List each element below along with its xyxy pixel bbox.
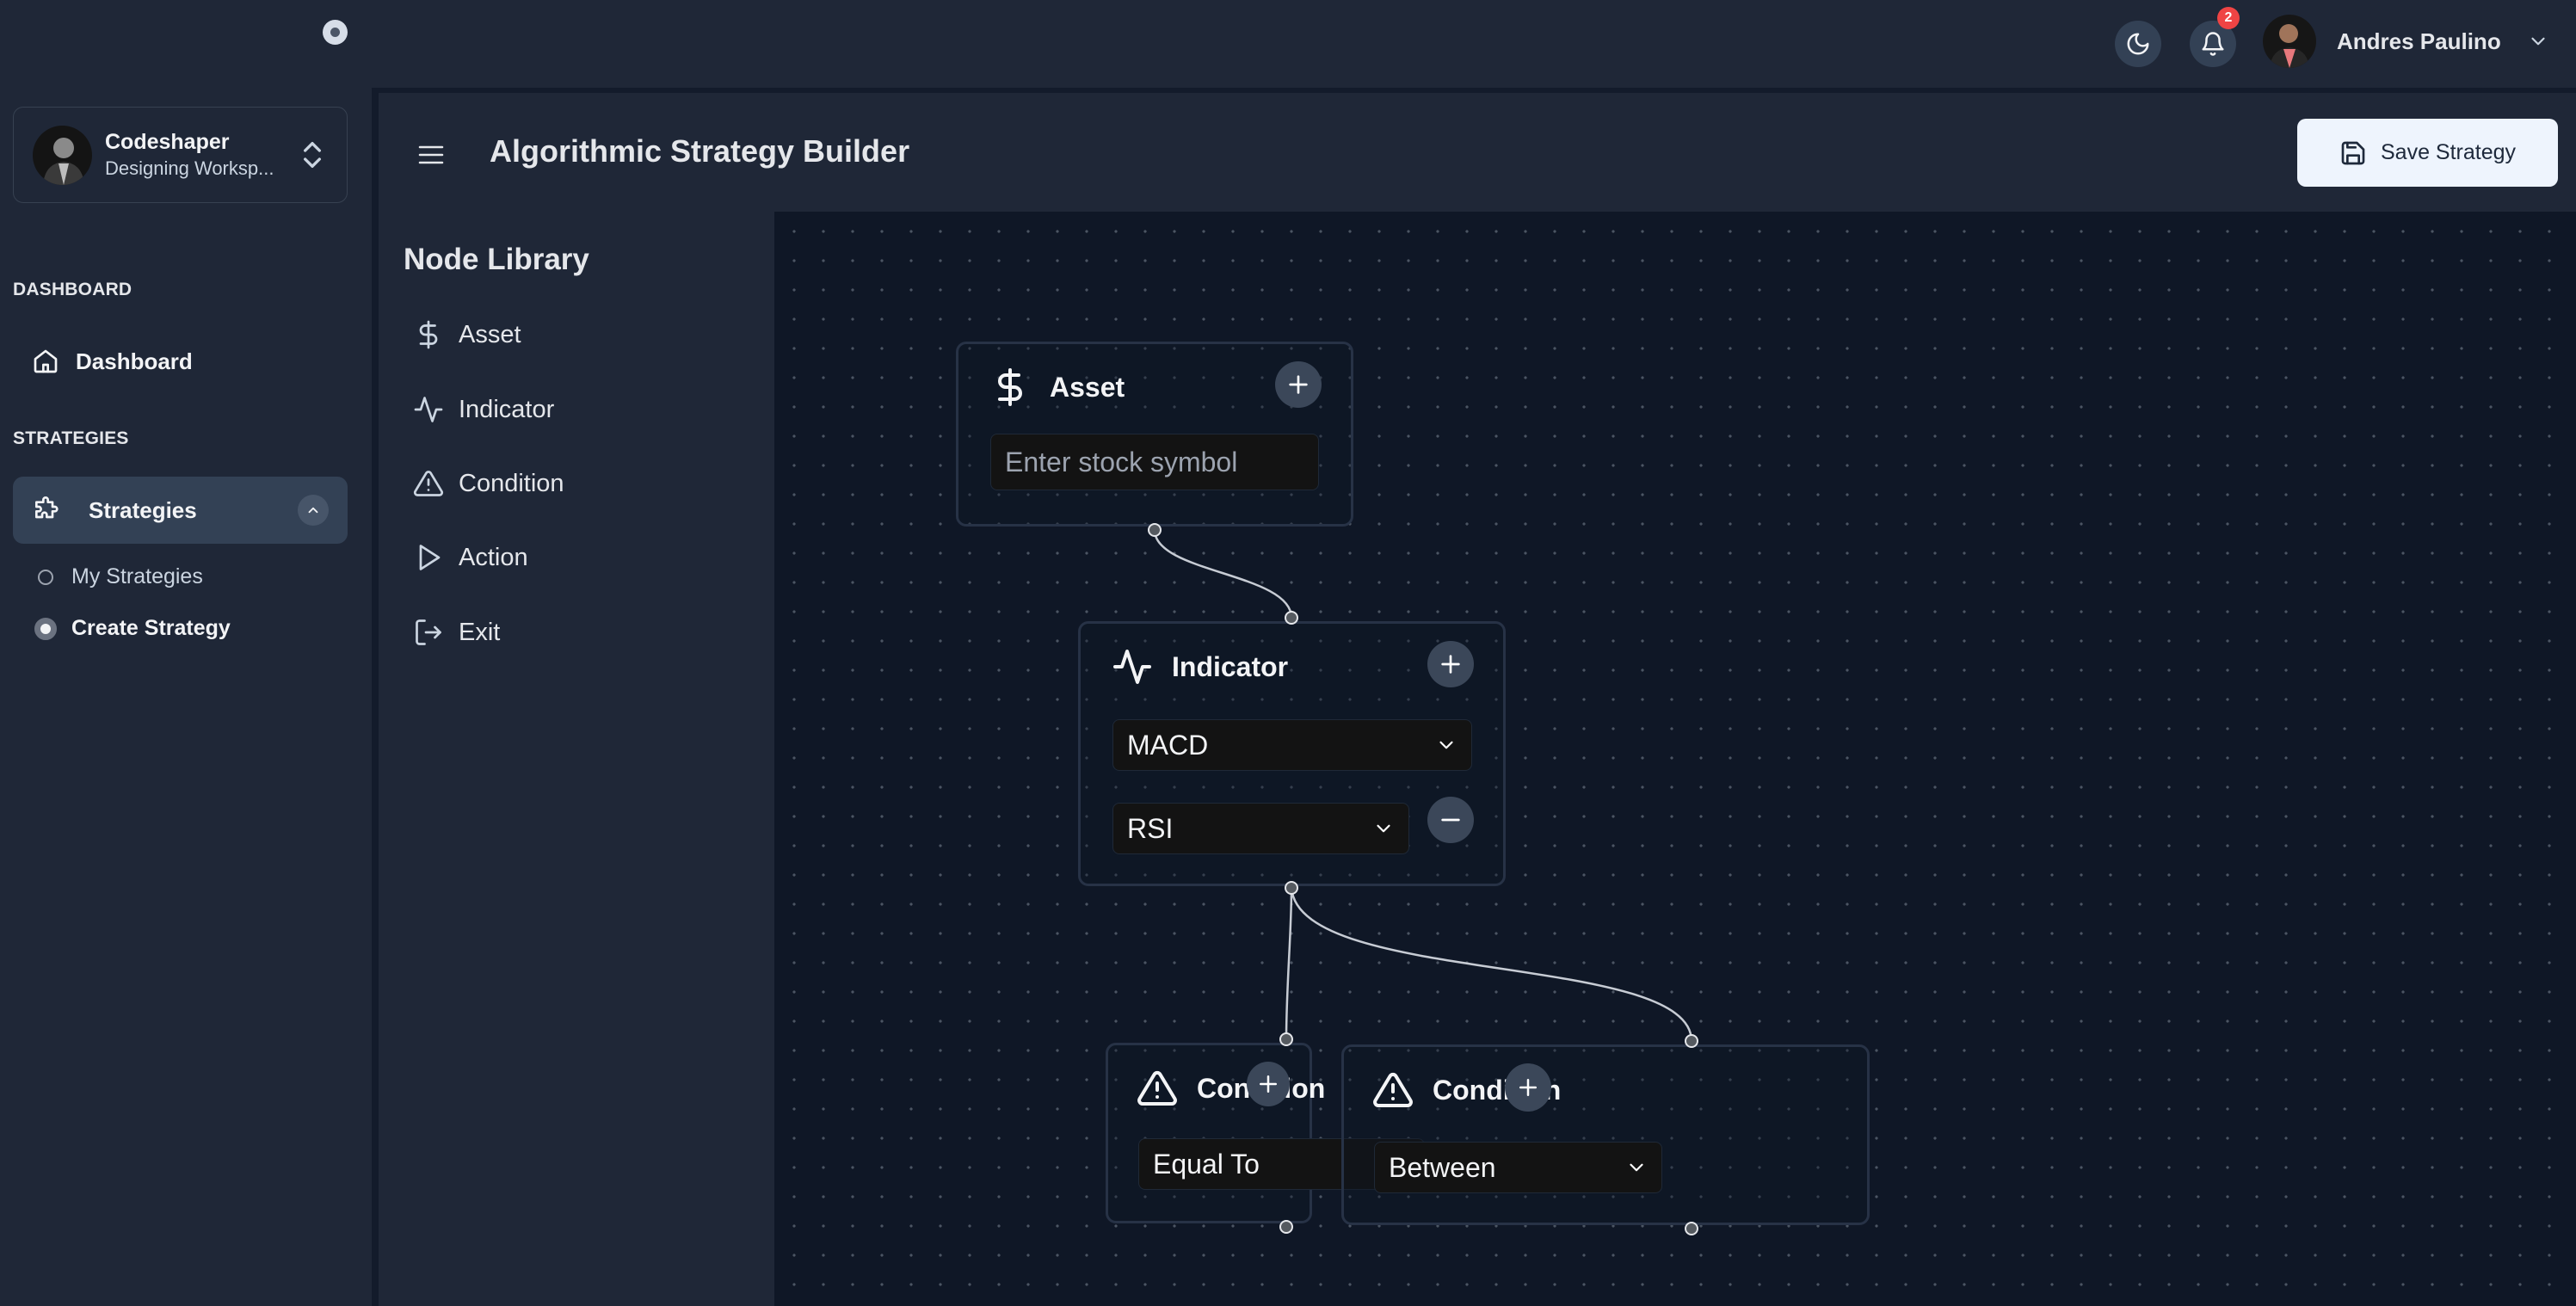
edge-indicator-condition-2[interactable] (1290, 887, 1693, 1042)
sidebar-subitem-label: Create Strategy (71, 616, 231, 640)
topbar: 2 Andres Paulino (372, 0, 2576, 88)
indicator-input-handle[interactable] (1285, 611, 1298, 625)
condition-2-input-handle[interactable] (1685, 1034, 1698, 1048)
indicator-output-handle[interactable] (1285, 881, 1298, 895)
workspace-name: Codeshaper (105, 130, 230, 154)
condition-2-output-handle[interactable] (1685, 1222, 1698, 1235)
notification-badge: 2 (2217, 7, 2240, 29)
play-icon (419, 545, 441, 570)
add-condition-button[interactable] (1247, 1062, 1290, 1106)
chevron-down-icon (1439, 741, 1453, 749)
workspace-avatar (33, 125, 92, 185)
edge-indicator-condition-1[interactable] (1285, 887, 1293, 1040)
library-item-exit[interactable]: Exit (413, 611, 500, 654)
alert-triangle-icon (1137, 1070, 1177, 1106)
user-name: Andres Paulino (2337, 28, 2501, 54)
select-value: RSI (1127, 812, 1174, 844)
select-value: Between (1389, 1151, 1496, 1183)
chevrons-up-down-icon (304, 142, 321, 168)
edge-asset-indicator[interactable] (1153, 529, 1293, 619)
library-item-label: Exit (459, 618, 501, 646)
save-strategy-label: Save Strategy (2380, 140, 2517, 164)
library-item-condition[interactable]: Condition (413, 462, 564, 505)
select-value: MACD (1127, 729, 1209, 761)
node-library: Node Library Asset Indicator Condition A… (379, 212, 774, 1306)
remove-indicator-button[interactable] (1427, 797, 1474, 843)
radio-dot-active-icon (34, 617, 57, 640)
add-condition-button[interactable] (1505, 1063, 1551, 1112)
indicator-select-1[interactable]: MACD (1112, 719, 1472, 771)
sidebar-subitem-create-strategy[interactable]: Create Strategy (34, 616, 231, 641)
sidebar-item-label: Dashboard (76, 348, 193, 374)
condition-1-input-handle[interactable] (1279, 1032, 1293, 1046)
moon-icon (2127, 33, 2149, 55)
add-indicator-button[interactable] (1427, 641, 1474, 687)
plus-icon (1260, 1075, 1277, 1093)
puzzle-icon (35, 496, 59, 519)
user-avatar (2263, 15, 2316, 68)
minus-icon (1441, 818, 1460, 822)
sidebar-item-dashboard[interactable]: Dashboard (13, 328, 348, 395)
plus-icon (1289, 375, 1308, 394)
node-title: Indicator (1172, 650, 1289, 682)
library-item-label: Action (459, 543, 528, 571)
sidebar-item-label: Strategies (89, 496, 197, 523)
log-out-icon (416, 619, 441, 645)
asset-output-handle[interactable] (1148, 523, 1162, 537)
library-item-label: Asset (459, 320, 521, 348)
chevron-down-icon (1630, 1163, 1643, 1172)
save-icon (2341, 141, 2365, 164)
library-item-label: Condition (459, 469, 564, 497)
home-icon (34, 349, 58, 373)
workspace-subtitle: Designing Worksp... (105, 157, 274, 179)
plus-icon (1441, 655, 1460, 674)
sidebar: Codeshaper Designing Worksp... DASHBOARD… (0, 0, 372, 1306)
dollar-icon (998, 368, 1022, 406)
activity-icon (1113, 650, 1151, 684)
condition-select[interactable]: Between (1374, 1142, 1662, 1193)
collapse-strategies-button[interactable] (298, 495, 329, 526)
save-strategy-button[interactable]: Save Strategy (2297, 119, 2558, 187)
main-panel: Algorithmic Strategy Builder Save Strate… (379, 93, 2576, 1306)
library-item-asset[interactable]: Asset (413, 313, 521, 356)
chevron-down-icon (2531, 37, 2545, 46)
library-item-indicator[interactable]: Indicator (413, 388, 554, 431)
notifications-button[interactable]: 2 (2190, 7, 2240, 67)
theme-toggle-button[interactable] (2115, 21, 2161, 67)
strategy-canvas[interactable]: Asset Indicator MACD RSI (774, 212, 2576, 1306)
sidebar-item-strategies[interactable]: Strategies (13, 477, 348, 544)
alert-triangle-icon (1373, 1072, 1413, 1107)
sidebar-subitem-my-strategies[interactable]: My Strategies (38, 564, 203, 589)
section-label-strategies: STRATEGIES (13, 428, 129, 448)
menu-icon[interactable] (417, 142, 445, 168)
add-button[interactable] (1275, 361, 1322, 408)
section-label-dashboard: DASHBOARD (13, 280, 132, 299)
dollar-icon (419, 320, 438, 349)
asset-node[interactable]: Asset (956, 342, 1353, 527)
condition-1-output-handle[interactable] (1279, 1220, 1293, 1234)
bell-icon (2202, 32, 2224, 56)
node-library-title: Node Library (404, 243, 589, 276)
activity-icon (414, 397, 443, 422)
stock-symbol-input[interactable] (1005, 446, 1304, 478)
alert-triangle-icon (413, 471, 444, 496)
indicator-node[interactable]: Indicator MACD RSI (1078, 621, 1506, 886)
library-item-action[interactable]: Action (413, 536, 528, 579)
chevron-down-icon (1377, 824, 1390, 833)
node-title: Asset (1050, 371, 1125, 403)
sidebar-collapse-toggle[interactable] (323, 20, 348, 45)
sidebar-subitem-label: My Strategies (71, 564, 203, 588)
condition-node[interactable]: Condition Equal To (1106, 1043, 1425, 1223)
page-header: Algorithmic Strategy Builder Save Strate… (379, 93, 2576, 212)
stock-symbol-field[interactable] (990, 434, 1319, 490)
workspace-switcher[interactable]: Codeshaper Designing Worksp... (13, 107, 348, 203)
user-menu[interactable]: Andres Paulino (2263, 14, 2549, 69)
library-item-label: Indicator (459, 395, 555, 423)
radio-dot-icon (38, 569, 53, 585)
chevron-up-icon (308, 507, 318, 514)
page-title: Algorithmic Strategy Builder (490, 133, 910, 169)
indicator-select-2[interactable]: RSI (1112, 803, 1409, 854)
plus-icon (1519, 1079, 1537, 1096)
condition-node[interactable]: Condition Between (1341, 1044, 1870, 1225)
